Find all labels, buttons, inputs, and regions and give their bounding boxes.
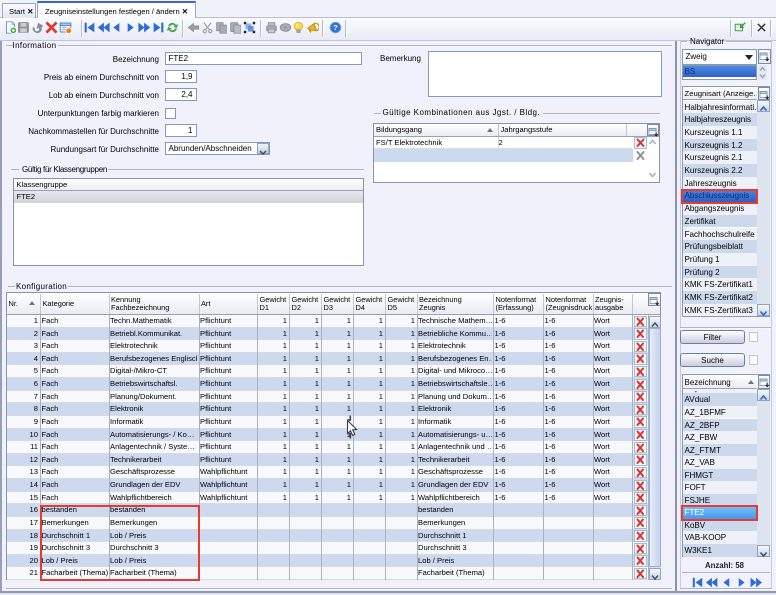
svg-text:?: ? (333, 23, 338, 32)
